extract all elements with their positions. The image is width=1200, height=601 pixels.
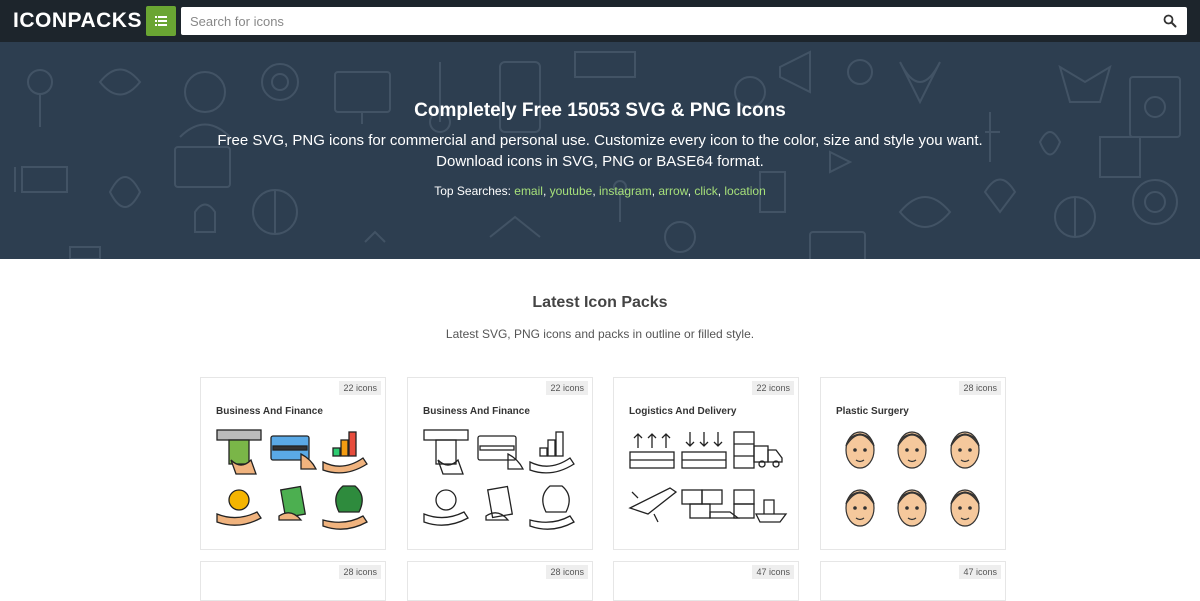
icon-count-badge: 47 icons — [752, 565, 794, 579]
top-search-link-email[interactable]: email — [514, 184, 543, 198]
hero-description-line: Download icons in SVG, PNG or BASE64 for… — [436, 153, 764, 170]
icon-pack-card[interactable]: 22 icons Business And Finance — [200, 377, 386, 550]
site-logo[interactable]: ICONPACKS — [13, 9, 142, 33]
icon-count-badge: 22 icons — [546, 381, 588, 395]
search-bar — [181, 7, 1187, 35]
top-searches: Top Searches: email, youtube, instagram,… — [434, 184, 766, 198]
icon-pack-card[interactable]: 22 icons Business And Finance — [407, 377, 593, 550]
menu-button[interactable] — [146, 6, 176, 36]
hero-description: Free SVG, PNG icons for commercial and p… — [0, 130, 1200, 172]
icon-pack-card[interactable]: 28 icons — [407, 561, 593, 601]
icon-pack-card[interactable]: 28 icons — [200, 561, 386, 601]
top-search-link-location[interactable]: location — [724, 184, 765, 198]
icon-pack-card[interactable]: 28 icons Plastic Surgery — [820, 377, 1006, 550]
pack-title: Business And Finance — [216, 406, 323, 417]
icon-pack-card[interactable]: 47 icons — [613, 561, 799, 601]
pack-preview-icons — [423, 429, 575, 530]
icon-count-badge: 28 icons — [959, 381, 1001, 395]
top-search-link-arrow[interactable]: arrow — [658, 184, 687, 198]
pack-title: Logistics And Delivery — [629, 406, 737, 417]
top-search-link-youtube[interactable]: youtube — [550, 184, 593, 198]
section-subtitle: Latest SVG, PNG icons and packs in outli… — [445, 327, 755, 341]
top-searches-label: Top Searches: — [434, 184, 515, 198]
hero-description-line: Free SVG, PNG icons for commercial and p… — [217, 132, 983, 149]
pack-title: Plastic Surgery — [836, 406, 909, 417]
pack-preview-icons — [628, 431, 788, 523]
search-input[interactable] — [181, 7, 1141, 35]
icon-count-badge: 22 icons — [339, 381, 381, 395]
section-title: Latest Icon Packs — [532, 294, 668, 311]
pack-preview-icons — [216, 429, 368, 530]
top-search-link-instagram[interactable]: instagram — [599, 184, 652, 198]
icon-count-badge: 22 icons — [752, 381, 794, 395]
magnifier-icon[interactable] — [1163, 14, 1177, 28]
pack-preview-icons — [845, 431, 980, 527]
icon-count-badge: 47 icons — [959, 565, 1001, 579]
pack-title: Business And Finance — [423, 406, 530, 417]
icon-count-badge: 28 icons — [546, 565, 588, 579]
top-navbar: ICONPACKS — [0, 0, 1200, 42]
hero-banner: Completely Free 15053 SVG & PNG Icons Fr… — [0, 42, 1200, 259]
top-search-link-click[interactable]: click — [694, 184, 717, 198]
icon-count-badge: 28 icons — [339, 565, 381, 579]
icon-pack-card[interactable]: 22 icons Logistics And Delivery — [613, 377, 799, 550]
hamburger-icon — [155, 16, 167, 26]
icon-pack-card[interactable]: 47 icons — [820, 561, 1006, 601]
hero-title: Completely Free 15053 SVG & PNG Icons — [414, 100, 786, 121]
